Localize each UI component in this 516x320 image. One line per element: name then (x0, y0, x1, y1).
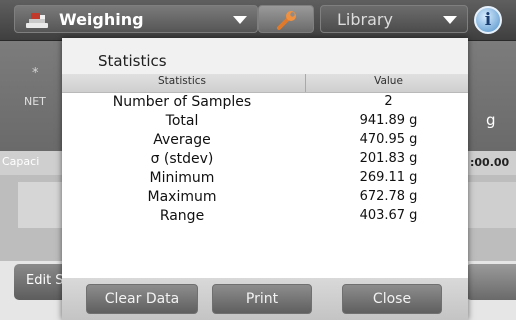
table-row: Total 941.89 g (62, 113, 468, 132)
print-button[interactable]: Print (212, 284, 312, 314)
bottom-right-button[interactable] (466, 264, 516, 300)
net-indicator: NET (24, 95, 46, 108)
chevron-down-icon (443, 16, 457, 24)
table-row: Minimum 269.11 g (62, 170, 468, 189)
column-divider (305, 74, 306, 92)
statistic-name: Average (153, 132, 211, 148)
top-bar: Weighing Library i (0, 0, 516, 41)
column-header-value: Value (374, 75, 403, 87)
table-row: σ (stdev) 201.83 g (62, 151, 468, 170)
library-label: Library (337, 10, 393, 29)
clear-data-button[interactable]: Clear Data (86, 284, 198, 314)
statistic-value: 201.83 g (359, 151, 418, 166)
tools-button[interactable] (258, 5, 314, 33)
balance-screen: Weighing Library i * NET g Capaci :00.00… (0, 0, 516, 320)
unit-label: g (486, 111, 496, 129)
statistic-value: 941.89 g (359, 113, 418, 128)
table-row: Range 403.67 g (62, 208, 468, 227)
statistic-name: Range (159, 208, 205, 224)
reference-field-right (466, 182, 516, 228)
edit-settings-label: Edit S (26, 273, 64, 288)
close-button[interactable]: Close (342, 284, 442, 314)
statistic-value: 2 (384, 94, 393, 109)
chevron-down-icon (233, 16, 247, 24)
statistic-name: σ (stdev) (150, 151, 214, 167)
column-header-statistics: Statistics (158, 75, 206, 87)
application-selector[interactable]: Weighing (14, 5, 258, 33)
wrench-icon (277, 11, 296, 30)
info-icon[interactable]: i (474, 6, 502, 34)
statistic-name: Total (165, 113, 199, 129)
statistic-value: 403.67 g (359, 208, 418, 223)
statistics-dialog: Statistics Statistics Value Number of Sa… (62, 38, 468, 320)
table-header: Statistics Value (62, 74, 468, 93)
library-selector[interactable]: Library (320, 5, 468, 33)
statistic-name: Maximum (147, 189, 217, 205)
application-label: Weighing (59, 10, 144, 29)
reference-field-left (18, 182, 62, 228)
dialog-footer: Clear Data Print Close (62, 278, 468, 320)
table-row: Average 470.95 g (62, 132, 468, 151)
statistic-value: 269.11 g (359, 170, 418, 185)
scale-icon (26, 13, 48, 28)
dialog-title: Statistics (98, 52, 167, 70)
statistic-value: 470.95 g (359, 132, 418, 147)
table-row: Maximum 672.78 g (62, 189, 468, 208)
table-row: Number of Samples 2 (62, 94, 468, 113)
capacity-label: Capaci (2, 155, 40, 168)
statistic-name: Minimum (149, 170, 215, 186)
stability-indicator: * (32, 66, 39, 81)
statistic-name: Number of Samples (112, 94, 252, 110)
statistic-value: 672.78 g (359, 189, 418, 204)
capacity-value: :00.00 (470, 156, 510, 169)
